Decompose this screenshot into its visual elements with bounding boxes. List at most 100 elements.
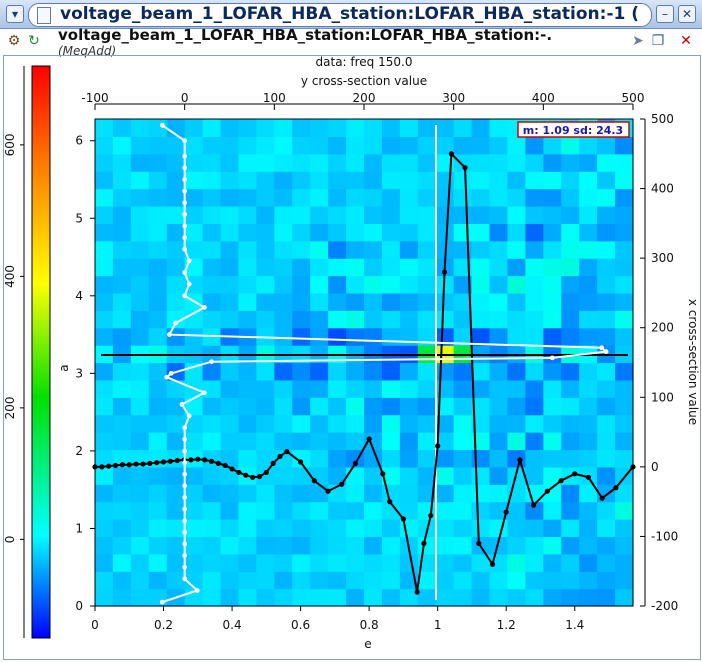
heatmap-cell	[256, 379, 275, 398]
heatmap-cell	[310, 432, 329, 451]
heatmap-cell	[471, 449, 491, 468]
heatmap-cell	[328, 136, 347, 155]
x-cross-section-point	[222, 462, 228, 469]
heatmap-cell	[220, 501, 240, 520]
heatmap-cell	[274, 275, 293, 294]
heatmap-cell	[292, 310, 311, 329]
heatmap-cell	[148, 588, 168, 607]
heatmap-cell	[381, 571, 401, 590]
heatmap-cell	[597, 397, 616, 416]
heatmap-cell	[399, 240, 419, 259]
heatmap-cell	[417, 240, 437, 259]
heatmap-cell	[292, 571, 311, 590]
heatmap-cell	[561, 519, 580, 538]
heatmap-cell	[364, 397, 383, 416]
heatmap-cell	[184, 119, 204, 137]
heatmap-cell	[130, 205, 150, 224]
heatmap-cell	[543, 292, 562, 311]
heatmap-cell	[130, 292, 150, 311]
heatmap-cell	[453, 119, 473, 137]
heatmap-cell	[597, 588, 616, 607]
heatmap-cell	[346, 275, 365, 294]
heatmap-cell	[364, 327, 383, 346]
heatmap-cell	[166, 466, 186, 485]
heatmap-cell	[471, 258, 491, 277]
heatmap-cell	[166, 484, 186, 503]
heatmap-cell	[597, 414, 616, 433]
heatmap-cell	[381, 553, 401, 572]
y-cross-section-point	[182, 436, 188, 442]
heatmap-cell	[328, 153, 347, 172]
heatmap-cell	[597, 432, 616, 451]
heatmap-cell	[543, 205, 562, 224]
heatmap-cell	[310, 119, 329, 137]
heatmap-cell	[399, 362, 419, 381]
heatmap-cell	[435, 466, 455, 485]
heatmap-cell	[95, 432, 114, 451]
heatmap-cell	[130, 397, 150, 416]
heatmap-cell	[615, 362, 634, 381]
heatmap-cell	[310, 275, 329, 294]
heatmap-cell	[202, 171, 222, 190]
y-cross-section-point	[182, 188, 188, 194]
heatmap-cell	[507, 327, 526, 346]
heatmap-cell	[435, 588, 455, 607]
heatmap-cell	[274, 536, 293, 555]
heatmap-cell	[471, 188, 491, 207]
heatmap-cell	[364, 588, 383, 607]
heatmap-cell	[417, 432, 437, 451]
heatmap-cell	[525, 292, 544, 311]
heatmap-cell	[130, 240, 150, 259]
heatmap-cell	[112, 153, 132, 172]
heatmap-cell	[399, 153, 419, 172]
heatmap-cell	[597, 327, 616, 346]
heatmap-cell	[597, 379, 616, 398]
heatmap-cell	[507, 275, 526, 294]
plot-canvas[interactable]: 0 200 400 600 0 0.2 0.4 0.6 0.8 1 1.2 1.4 0 1 2 3 4 5 6 -1…	[0, 0, 702, 662]
x-cross-section-point	[263, 469, 269, 476]
heatmap-cell	[507, 258, 526, 277]
heatmap-cell	[543, 519, 562, 538]
heatmap-cell	[507, 171, 526, 190]
heatmap-cell	[148, 153, 168, 172]
heatmap-cell	[238, 153, 257, 172]
data-label: data: freq 150.0	[316, 55, 413, 69]
heatmap-cell	[238, 171, 257, 190]
heatmap-cell	[561, 258, 580, 277]
top-tick-label: 200	[353, 91, 376, 105]
heatmap-cell	[597, 449, 616, 468]
heatmap-cell	[238, 275, 257, 294]
heatmap-cell	[346, 310, 365, 329]
heatmap-cell	[507, 553, 526, 572]
x-cross-section-point	[112, 462, 119, 469]
heatmap-cell	[130, 327, 150, 346]
heatmap-cell	[95, 484, 114, 503]
heatmap-cell	[346, 205, 365, 224]
x-cross-section-point	[517, 457, 523, 463]
heatmap-cell	[597, 362, 616, 381]
x-cross-section-point	[106, 463, 112, 469]
heatmap-cell	[184, 171, 204, 190]
x-cross-section-point	[435, 443, 441, 449]
heatmap-cell	[561, 153, 580, 172]
heatmap-cell	[597, 136, 616, 155]
heatmap[interactable]	[95, 119, 634, 607]
heatmap-cell	[579, 327, 598, 346]
heatmap-cell	[148, 327, 168, 346]
heatmap-cell	[112, 501, 132, 520]
heatmap-cell	[561, 292, 580, 311]
heatmap-cell	[112, 362, 132, 381]
heatmap-cell	[112, 240, 132, 259]
heatmap-cell	[346, 571, 365, 590]
heatmap-cell	[238, 414, 257, 433]
heatmap-cell	[112, 171, 132, 190]
heatmap-cell	[543, 188, 562, 207]
heatmap-cell	[328, 432, 347, 451]
heatmap-cell	[399, 414, 419, 433]
y-cross-section-point	[168, 370, 174, 376]
heatmap-cell	[328, 571, 347, 590]
heatmap-cell	[130, 275, 150, 294]
right-tick-label: -100	[651, 529, 678, 543]
heatmap-cell	[399, 484, 419, 503]
heatmap-cell	[328, 223, 347, 242]
